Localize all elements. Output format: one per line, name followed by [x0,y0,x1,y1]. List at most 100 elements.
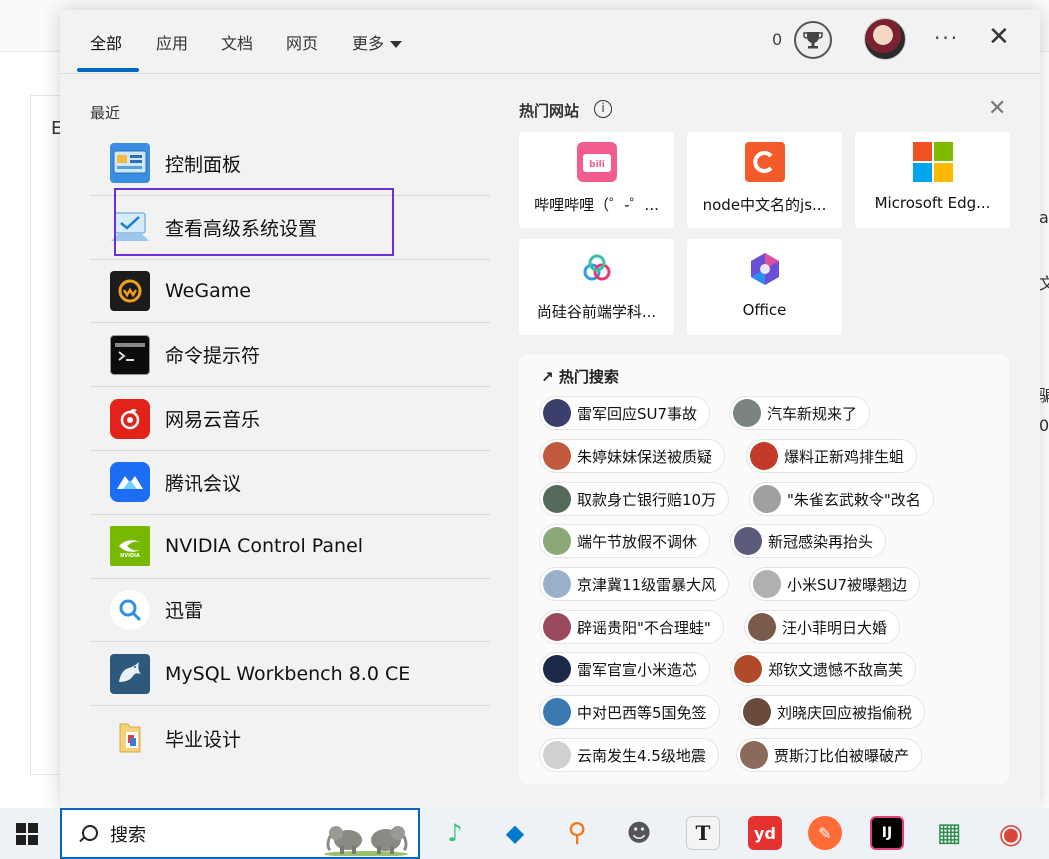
recent-item-tencent-meeting[interactable]: 腾讯会议 [90,451,490,515]
recent-item-label: 网易云音乐 [165,409,261,432]
recent-item-label: 迅雷 [165,600,204,623]
svg-text:NVIDIA: NVIDIA [120,553,140,558]
hot-search-pill[interactable]: 朱婷妹妹保送被质疑 [539,439,726,473]
hot-search-label: 端午节放假不调休 [577,532,698,551]
hot-search-label: 郑钦文遗憾不敌高芙 [768,660,904,679]
hot-search-pill[interactable]: 汪小菲明日大婚 [744,610,901,644]
elephants-illustration-icon [324,826,408,856]
tab-all[interactable]: 全部 [90,30,122,54]
hot-search-pill[interactable]: 刘晓庆回应被指偷税 [739,695,926,729]
app-grid-icon[interactable]: ▦ [932,816,966,850]
windows-start-icon[interactable] [16,823,38,845]
site-tile-bilibili[interactable]: bili 哔哩哔哩（゜-゜... [519,132,674,228]
thumbnail [748,613,776,641]
search-input[interactable]: 搜索 [110,821,146,847]
hot-search-pill[interactable]: 郑钦文遗憾不敌高芙 [730,652,917,686]
hot-search-pill[interactable]: 辟谣贵阳"不合理蛙" [539,610,724,644]
hot-search-pill[interactable]: 爆料正新鸡排生蛆 [746,439,918,473]
hot-search-title: ↗ 热门搜索 [541,366,619,387]
tab-more[interactable]: 更多 [352,30,403,54]
qq-music-icon[interactable]: ♪ [438,816,472,850]
hot-search-pill[interactable]: 雷军官宣小米造芯 [539,652,711,686]
hot-search-pill[interactable]: 贾斯汀比伯被曝破产 [736,738,923,772]
site-tile-microsoft-edge[interactable]: Microsoft Edg... [855,132,1010,228]
office-icon [745,249,785,289]
recent-item-wegame[interactable]: WeGame [90,260,490,324]
hot-search-label: 汪小菲明日大婚 [782,618,888,637]
hot-search-pill[interactable]: 雷军回应SU7事故 [539,396,711,430]
recent-item-label: NVIDIA Control Panel [165,535,364,558]
hot-search-pill[interactable]: 新冠感染再抬头 [730,524,887,558]
anime-avatar-app-icon[interactable]: ☻ [622,816,656,850]
youdao-icon[interactable]: yd [748,816,782,850]
svg-text:bili: bili [589,160,605,170]
hot-search-label: 刘晓庆回应被指偷税 [777,703,913,722]
background-right-edge: a 文 骗 0 [1039,60,1049,820]
close-icon[interactable]: ✕ [988,24,1010,50]
hot-search-label: 取款身亡银行赔10万 [577,490,717,509]
tab-web[interactable]: 网页 [286,30,318,54]
recent-item-graduation-project[interactable]: 毕业设计 [90,706,490,770]
hot-search-pill[interactable]: 京津冀11级雷暴大风 [539,567,730,601]
recent-item-cmd[interactable]: 命令提示符 [90,323,490,388]
more-options-icon[interactable]: ··· [934,26,959,50]
chrome-icon[interactable]: ◉ [994,816,1028,850]
filter-tabs: 全部 应用 文档 网页 更多 0 ··· ✕ [60,10,1040,74]
site-tile-atguigu[interactable]: 尚硅谷前端学科... [519,239,674,335]
postman-icon[interactable]: ✎ [808,816,842,850]
netease-music-icon [110,398,150,439]
hot-search-pill[interactable]: "朱雀玄武敕令"改名 [749,482,934,516]
recent-item-nvidia-control-panel[interactable]: NVIDIA NVIDIA Control Panel [90,515,490,579]
hot-search-pill[interactable]: 云南发生4.5级地震 [539,738,719,772]
hot-search-label: 云南发生4.5级地震 [577,746,706,765]
vscode-icon[interactable]: ◆ [498,816,532,850]
thumbnail [734,655,762,683]
hot-search-title-label: 热门搜索 [558,368,619,386]
background-text: 骗 [1039,386,1049,405]
thumbnail [753,570,781,598]
recent-item-label: WeGame [165,279,251,302]
hot-search-pill[interactable]: 中对巴西等5国免签 [539,695,720,729]
hot-search-panel: ↗ 热门搜索 雷军回应SU7事故 汽车新规来了 朱婷妹妹保送被质疑 爆料正新鸡排… [519,354,1009,784]
bilibili-icon: bili [576,142,617,182]
recent-item-label: 命令提示符 [165,345,261,368]
thumbnail [543,655,571,683]
taskbar-search-box[interactable]: 搜索 [60,808,420,859]
info-icon[interactable]: i [594,100,612,118]
recent-item-label: 毕业设计 [165,728,242,751]
recent-list: 控制面板 查看高级系统设置 WeGame 命令提示符 网易云音乐 腾讯会议 NV… [90,132,490,770]
hot-search-pill[interactable]: 取款身亡银行赔10万 [539,482,730,516]
site-label: 哔哩哔哩（゜-゜... [534,196,659,214]
hot-search-label: 京津冀11级雷暴大风 [577,575,717,594]
thumbnail [750,442,778,470]
recent-item-control-panel[interactable]: 控制面板 [90,132,490,196]
recent-item-mysql-workbench[interactable]: MySQL Workbench 8.0 CE [90,642,490,707]
everything-search-icon[interactable]: ⚲ [560,816,594,850]
recent-section-title: 最近 [90,104,121,122]
site-tile-node[interactable]: node中文名的js... [687,132,842,228]
trophy-icon[interactable] [794,21,832,59]
background-text: 文 [1039,274,1049,293]
site-label: 尚硅谷前端学科... [536,303,657,321]
trending-icon: ↗ [541,368,554,386]
folder-icon [110,718,150,758]
recent-item-netease-music[interactable]: 网易云音乐 [90,387,490,451]
site-tile-office[interactable]: Office [687,239,842,335]
hot-search-pill[interactable]: 小米SU7被曝翘边 [749,567,921,601]
user-avatar[interactable] [864,18,906,60]
tab-documents[interactable]: 文档 [221,30,253,54]
recent-item-advanced-system-settings[interactable]: 查看高级系统设置 [90,196,490,260]
hot-sites-title: 热门网站 [519,102,580,120]
intellij-icon[interactable]: IJ [870,816,904,850]
thumbnail [543,442,571,470]
typora-icon[interactable]: T [686,816,720,850]
tab-apps[interactable]: 应用 [156,30,188,54]
hot-search-pill[interactable]: 汽车新规来了 [729,396,871,430]
system-settings-icon [110,207,150,247]
recent-item-xunlei[interactable]: 迅雷 [90,579,490,643]
hot-search-pill[interactable]: 端午节放假不调休 [539,524,711,558]
background-text: a [1039,208,1049,227]
recent-item-label: 查看高级系统设置 [165,217,318,240]
hot-search-label: 朱婷妹妹保送被质疑 [577,447,713,466]
close-hot-sites-icon[interactable]: ✕ [988,96,1006,121]
